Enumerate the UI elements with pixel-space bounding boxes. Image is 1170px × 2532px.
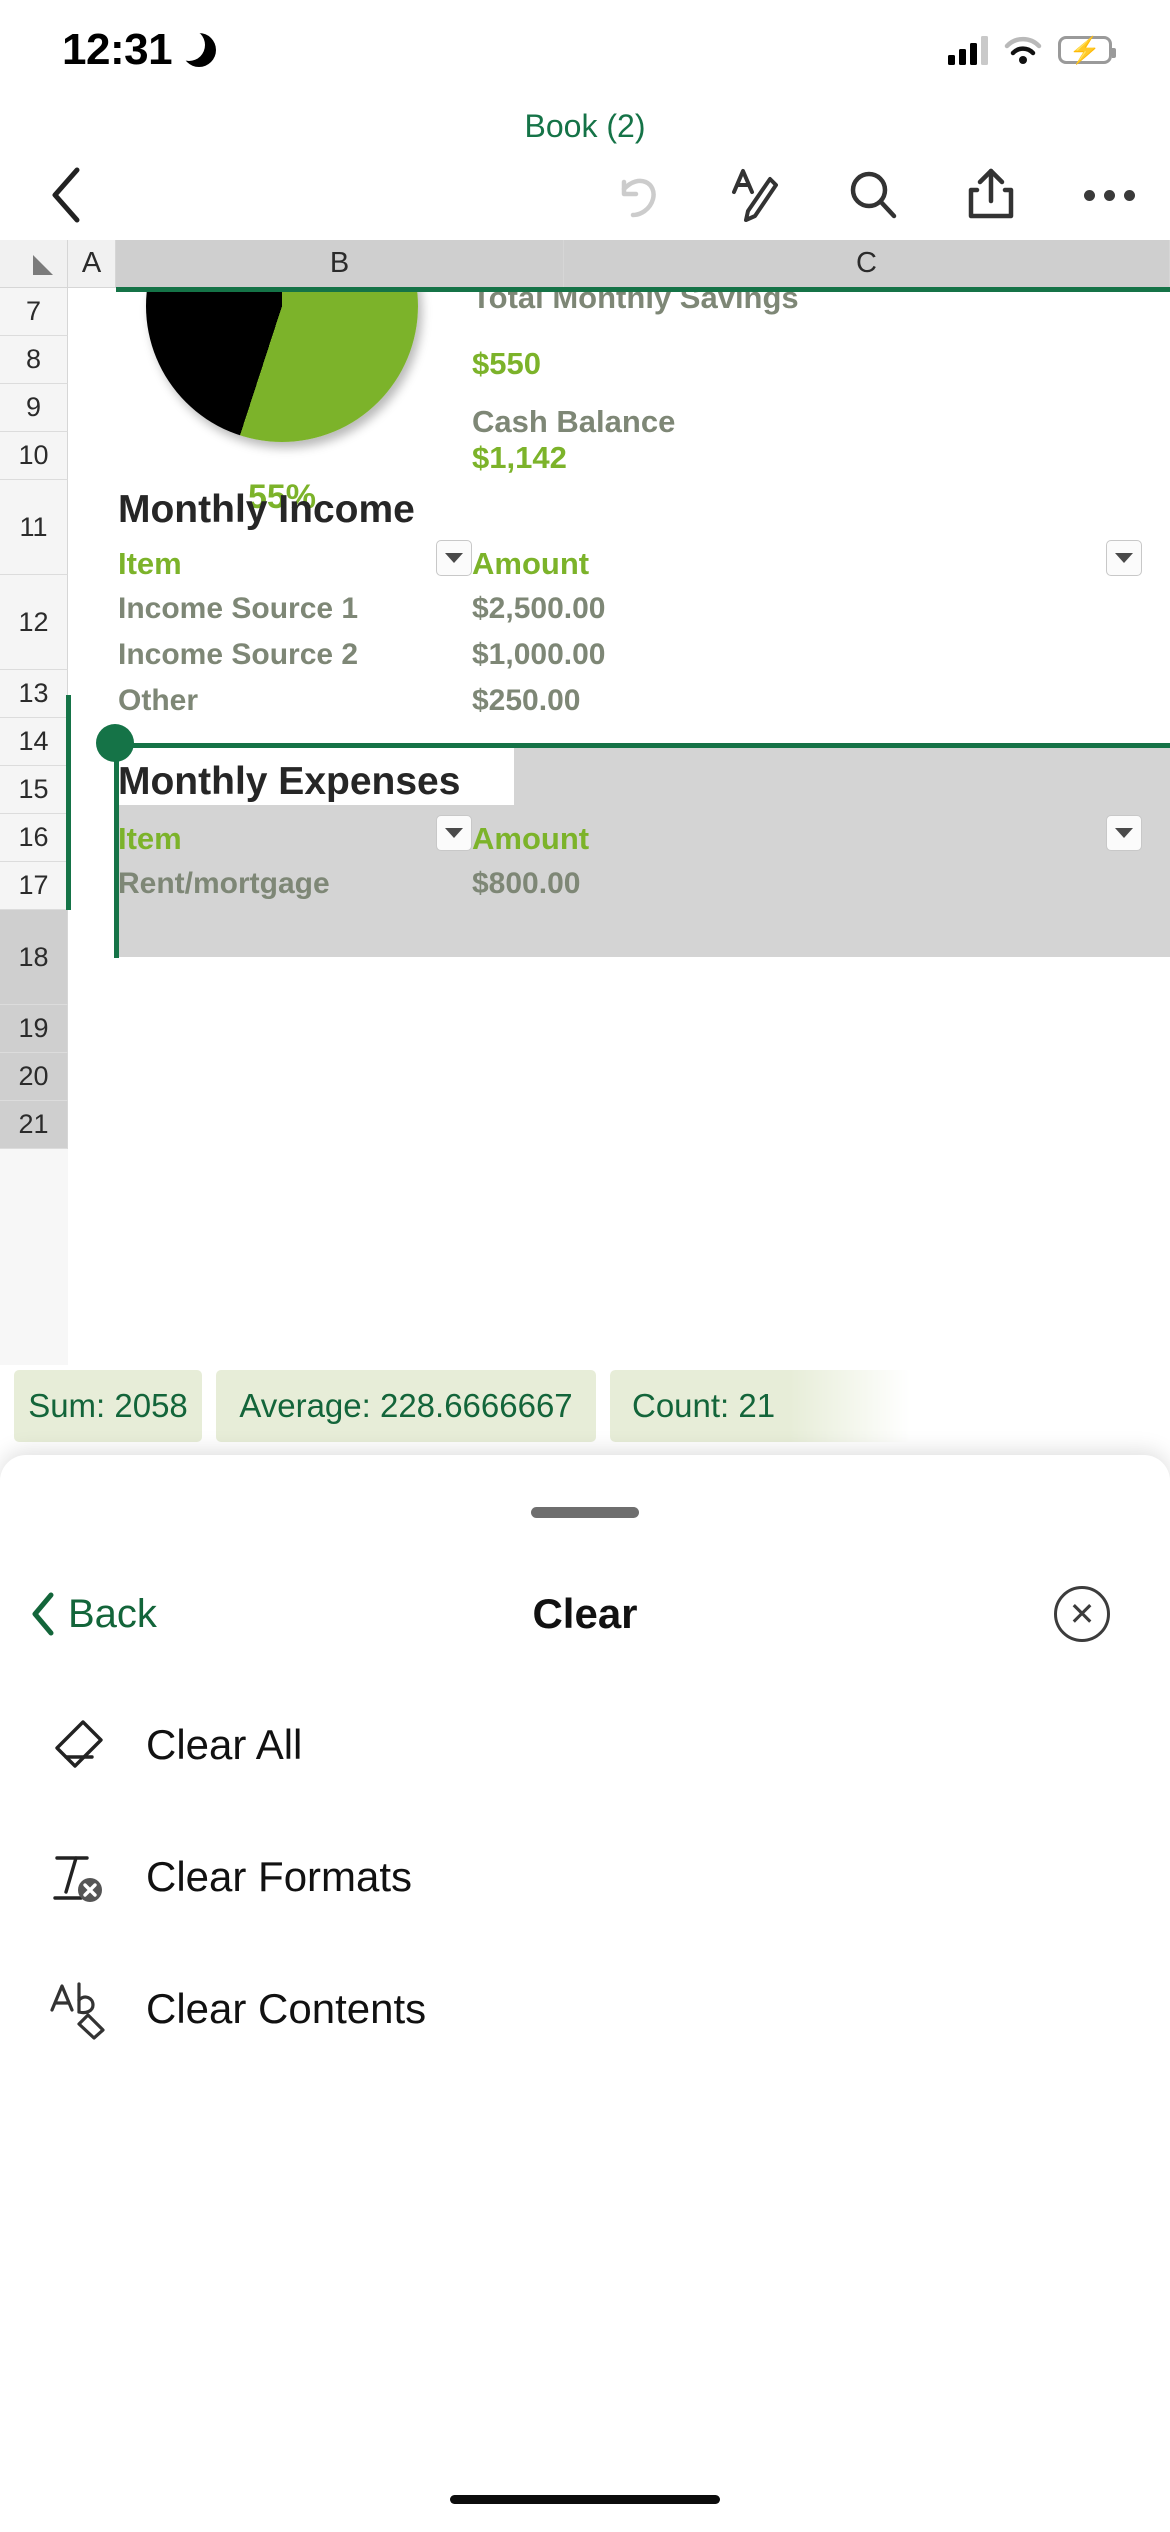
row-header[interactable]: 13 xyxy=(0,670,68,718)
status-summary-bar: Sum: 2058 Average: 228.6666667 Count: 21 xyxy=(0,1370,1170,1442)
column-header-c[interactable]: C xyxy=(564,240,1170,288)
share-icon[interactable] xyxy=(960,164,1022,226)
select-all-corner-icon[interactable] xyxy=(0,240,68,288)
column-header-row: A B C xyxy=(0,240,1170,288)
income-header-amount[interactable]: Amount xyxy=(472,546,589,582)
eraser-icon xyxy=(46,1713,110,1777)
filter-dropdown-icon[interactable] xyxy=(1106,540,1142,576)
income-row-item[interactable]: Income Source 1 xyxy=(118,592,358,626)
row-header[interactable]: 19 xyxy=(0,1005,68,1053)
income-row-item[interactable]: Income Source 2 xyxy=(118,638,358,672)
chevron-left-icon xyxy=(30,1592,56,1636)
toolbar xyxy=(0,150,1170,240)
row-header[interactable]: 18 xyxy=(0,910,68,1005)
selection-handle[interactable] xyxy=(96,724,134,762)
income-header-item[interactable]: Item xyxy=(118,546,182,582)
column-header-b[interactable]: B xyxy=(116,240,564,288)
row-header[interactable]: 21 xyxy=(0,1101,68,1149)
document-title[interactable]: Book (2) xyxy=(0,108,1170,145)
row-header[interactable]: 20 xyxy=(0,1053,68,1101)
clear-menu: Clear All Clear Formats xyxy=(0,1679,1170,2075)
bottom-sheet-header: Clear Back ✕ xyxy=(0,1559,1170,1669)
bottom-sheet-title: Clear xyxy=(0,1590,1170,1638)
back-button[interactable]: Back xyxy=(30,1592,157,1637)
expenses-header-amount[interactable]: Amount xyxy=(472,821,589,857)
savings-pie-chart[interactable] xyxy=(146,288,418,442)
row-header[interactable]: 12 xyxy=(0,575,68,670)
row-header[interactable]: 16 xyxy=(0,814,68,862)
income-section-title[interactable]: Monthly Income xyxy=(118,488,415,532)
row-header[interactable]: 7 xyxy=(0,288,68,336)
row-header[interactable]: 14 xyxy=(0,718,68,766)
kpi-savings-label[interactable]: Total Monthly Savings xyxy=(472,288,799,316)
clear-format-icon xyxy=(46,1845,110,1909)
summary-average[interactable]: Average: 228.6666667 xyxy=(216,1370,596,1442)
column-header-a[interactable]: A xyxy=(68,240,116,288)
home-indicator xyxy=(450,2495,720,2504)
row-header[interactable]: 10 xyxy=(0,432,68,480)
menu-item-clear-formats[interactable]: Clear Formats xyxy=(0,1811,1170,1943)
status-bar-left: 12:31 xyxy=(62,25,216,75)
expenses-header-item[interactable]: Item xyxy=(118,821,182,857)
income-row-amount[interactable]: $1,000.00 xyxy=(472,638,605,672)
income-row-amount[interactable]: $250.00 xyxy=(472,684,580,718)
drag-handle-icon[interactable] xyxy=(531,1507,639,1518)
income-row-item[interactable]: Other xyxy=(118,684,198,718)
undo-icon[interactable] xyxy=(606,164,668,226)
income-row-amount[interactable]: $2,500.00 xyxy=(472,592,605,626)
row-header-column: 7 8 9 10 11 12 13 14 15 16 17 18 19 20 2… xyxy=(0,288,68,1365)
status-bar: 12:31 ⚡ xyxy=(0,0,1170,100)
menu-item-label: Clear Formats xyxy=(146,1853,412,1901)
kpi-savings-value[interactable]: $550 xyxy=(472,346,541,382)
selection-border-top xyxy=(116,743,1170,748)
spreadsheet[interactable]: A B C 7 8 9 10 11 12 13 14 15 16 17 18 1… xyxy=(0,240,1170,1365)
expenses-section-title[interactable]: Monthly Expenses xyxy=(118,760,460,804)
row-selection-border xyxy=(66,695,71,910)
crescent-moon-icon xyxy=(182,33,216,67)
column-selection-underline xyxy=(116,287,1170,292)
grid-body[interactable]: 55% Total Monthly Savings $550 Cash Bala… xyxy=(68,288,1170,1365)
wifi-icon xyxy=(1004,35,1042,65)
menu-item-label: Clear All xyxy=(146,1721,302,1769)
menu-item-clear-contents[interactable]: Clear Contents xyxy=(0,1943,1170,2075)
close-circle-icon[interactable]: ✕ xyxy=(1054,1586,1110,1642)
pie-slices xyxy=(146,288,418,442)
menu-item-clear-all[interactable]: Clear All xyxy=(0,1679,1170,1811)
cellular-signal-icon xyxy=(948,35,988,65)
expenses-row-amount[interactable]: $800.00 xyxy=(472,867,580,901)
clear-contents-icon xyxy=(46,1977,110,2041)
kpi-cash-value[interactable]: $1,142 xyxy=(472,440,567,476)
toolbar-actions xyxy=(606,164,1140,226)
status-time: 12:31 xyxy=(62,25,172,75)
row-header[interactable]: 8 xyxy=(0,336,68,384)
text-pen-icon[interactable] xyxy=(724,164,786,226)
row-header[interactable]: 15 xyxy=(0,766,68,814)
search-icon[interactable] xyxy=(842,164,904,226)
expenses-row-item[interactable]: Rent/mortgage xyxy=(118,867,330,901)
summary-count[interactable]: Count: 21 xyxy=(610,1370,910,1442)
filter-dropdown-icon[interactable] xyxy=(436,815,472,851)
filter-dropdown-icon[interactable] xyxy=(436,540,472,576)
back-button[interactable] xyxy=(36,165,96,225)
row-header[interactable]: 11 xyxy=(0,480,68,575)
back-label: Back xyxy=(68,1592,157,1637)
battery-charging-icon: ⚡ xyxy=(1058,36,1112,64)
status-bar-right: ⚡ xyxy=(948,35,1112,65)
row-header[interactable]: 17 xyxy=(0,862,68,910)
summary-sum[interactable]: Sum: 2058 xyxy=(14,1370,202,1442)
ellipsis-icon[interactable] xyxy=(1078,164,1140,226)
kpi-cash-label[interactable]: Cash Balance xyxy=(472,404,675,440)
row-header[interactable]: 9 xyxy=(0,384,68,432)
app-root: 12:31 ⚡ Book (2) xyxy=(0,0,1170,2532)
bottom-sheet: Clear Back ✕ Clear All xyxy=(0,1455,1170,2532)
menu-item-label: Clear Contents xyxy=(146,1985,426,2033)
filter-dropdown-icon[interactable] xyxy=(1106,815,1142,851)
